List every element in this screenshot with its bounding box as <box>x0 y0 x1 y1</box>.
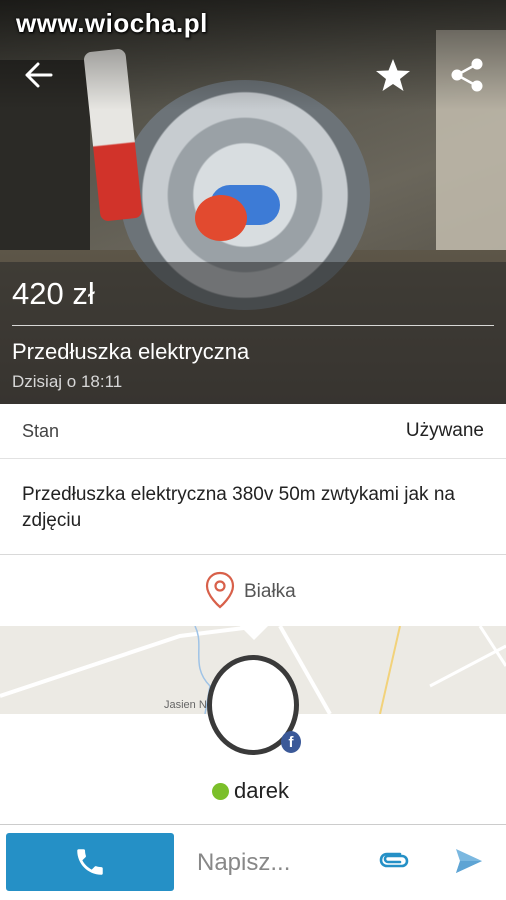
seller-name[interactable]: darek <box>234 778 289 804</box>
watermark: www.wiocha.pl <box>16 8 208 38</box>
location-pin-icon <box>205 571 235 614</box>
listing-title: Przedłuszka elektryczna <box>12 339 250 364</box>
map-pointer <box>240 626 268 640</box>
location-name: Białka <box>244 581 296 602</box>
location-row[interactable]: Białka <box>0 555 506 627</box>
star-icon[interactable] <box>372 54 414 96</box>
condition-value: Używane <box>405 420 484 441</box>
condition-row: Stan Używane <box>0 404 506 459</box>
facebook-icon: f <box>281 731 301 753</box>
condition-label: Stan <box>22 421 60 441</box>
phone-icon <box>77 849 103 875</box>
divider <box>12 325 494 326</box>
online-status-icon <box>212 783 229 800</box>
listing-price: 420 zł <box>12 276 95 311</box>
cable-reel-image <box>195 195 247 241</box>
send-icon[interactable] <box>454 847 484 880</box>
share-icon[interactable] <box>446 54 488 96</box>
listing-date: Dzisiaj o 18:11 <box>12 372 123 391</box>
arrow-back-icon[interactable] <box>16 54 62 96</box>
message-input[interactable]: Napisz... <box>197 849 290 877</box>
listing-description: Przedłuszka elektryczna 380v 50m zwtykam… <box>22 484 455 531</box>
call-button[interactable] <box>6 833 174 891</box>
attachment-icon[interactable] <box>378 847 410 878</box>
bottom-bar: Napisz... <box>0 825 506 900</box>
